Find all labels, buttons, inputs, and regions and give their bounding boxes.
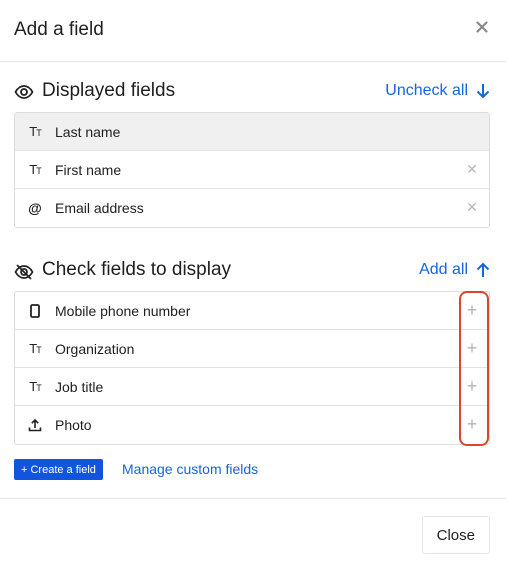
add-icon[interactable]: +: [465, 377, 479, 395]
close-icon[interactable]: [474, 18, 490, 36]
manage-custom-fields-link[interactable]: Manage custom fields: [122, 461, 258, 477]
add-icon[interactable]: +: [465, 339, 479, 357]
available-fields-header: Check fields to display Add all: [14, 259, 490, 285]
dialog-title: Add a field: [14, 19, 104, 40]
section-title: Check fields to display: [42, 259, 232, 280]
close-button[interactable]: Close: [421, 516, 490, 554]
text-icon: TT: [29, 124, 41, 139]
remove-icon[interactable]: ✕: [465, 200, 479, 214]
field-label: Photo: [55, 417, 92, 433]
field-label: Last name: [55, 123, 121, 140]
dialog-header: Add a field: [0, 0, 506, 62]
displayed-fields-header: Displayed fields Uncheck all: [14, 80, 490, 106]
list-item[interactable]: Photo +: [15, 406, 489, 444]
arrow-up-icon: [476, 262, 490, 277]
dialog-footer: Close: [0, 498, 506, 566]
field-label: First name: [55, 161, 122, 178]
list-item[interactable]: TT Job title +: [15, 368, 489, 406]
add-all-label: Add all: [419, 261, 468, 278]
section-title: Displayed fields: [42, 80, 176, 101]
eye-off-icon: [14, 263, 34, 281]
at-sign-icon: @: [28, 200, 42, 216]
text-icon: TT: [29, 162, 41, 177]
create-field-button[interactable]: + Create a field: [14, 459, 103, 480]
list-item[interactable]: TT Organization +: [15, 330, 489, 368]
list-item: TT Last name: [15, 113, 489, 151]
field-label: Organization: [55, 340, 135, 357]
field-label: Job title: [55, 378, 104, 395]
eye-icon: [14, 84, 34, 102]
remove-icon[interactable]: ✕: [465, 162, 479, 176]
add-icon[interactable]: +: [465, 301, 479, 319]
text-icon: TT: [29, 341, 41, 356]
list-item: TT First name ✕: [15, 151, 489, 189]
list-item[interactable]: Mobile phone number +: [15, 292, 489, 330]
field-label: Email address: [55, 200, 144, 216]
available-fields-list: Mobile phone number + TT Organization + …: [14, 291, 490, 445]
add-icon[interactable]: +: [465, 415, 479, 433]
arrow-down-icon: [476, 84, 490, 99]
field-label: Mobile phone number: [55, 302, 191, 319]
uncheck-all-link[interactable]: Uncheck all: [385, 82, 490, 100]
text-icon: TT: [29, 379, 41, 394]
displayed-fields-list: TT Last name TT First name ✕ @ Email add…: [14, 112, 490, 228]
uncheck-all-label: Uncheck all: [385, 82, 468, 99]
phone-icon: [15, 303, 55, 318]
add-field-dialog: Add a field Displayed fields Uncheck all…: [0, 0, 506, 566]
add-all-link[interactable]: Add all: [419, 261, 490, 279]
list-item: @ Email address ✕: [15, 189, 489, 227]
upload-icon: [15, 418, 55, 432]
